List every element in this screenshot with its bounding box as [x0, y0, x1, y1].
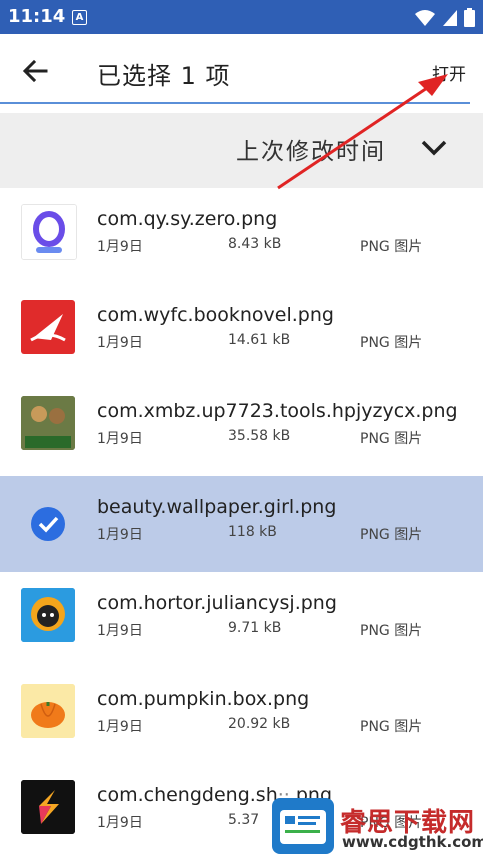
file-date: 1月9日: [97, 527, 143, 543]
file-date: 1月9日: [97, 815, 143, 831]
list-item-selected[interactable]: beauty.wallpaper.girl.png 1月9日 118 kB PN…: [0, 476, 483, 572]
open-button[interactable]: 打开: [432, 60, 466, 85]
file-type: PNG 图片: [360, 527, 423, 543]
file-size: 20.92 kB: [228, 716, 291, 732]
file-type: PNG 图片: [360, 335, 423, 351]
status-icons: [414, 8, 475, 27]
file-date: 1月9日: [97, 239, 143, 255]
file-date: 1月9日: [97, 719, 143, 735]
list-item[interactable]: com.xmbz.up7723.tools.hpjyzycx.png 1月9日 …: [0, 380, 483, 476]
file-date: 1月9日: [97, 431, 143, 447]
file-type: PNG 图片: [360, 623, 423, 639]
file-name: com.qy.sy.zero.png: [97, 208, 278, 230]
toolbar-divider: [0, 102, 470, 104]
list-item[interactable]: com.pumpkin.box.png 1月9日 20.92 kB PNG 图片: [0, 668, 483, 764]
game-query-app-icon: [21, 396, 75, 450]
file-size: 14.61 kB: [228, 332, 291, 348]
list-item[interactable]: com.hortor.juliancysj.png 1月9日 9.71 kB P…: [0, 572, 483, 668]
selection-title: 已选择 1 项: [97, 62, 231, 90]
file-name: com.wyfc.booknovel.png: [97, 304, 334, 326]
booknovel-app-icon: [21, 300, 75, 354]
file-date: 1月9日: [97, 335, 143, 351]
list-item[interactable]: com.wyfc.booknovel.png 1月9日 14.61 kB PNG…: [0, 284, 483, 380]
file-size: 9.71 kB: [228, 620, 282, 636]
chengdeng-app-icon: [21, 780, 75, 834]
notification-a-icon: A: [72, 10, 87, 25]
file-name: com.pumpkin.box.png: [97, 688, 310, 710]
battery-icon: [464, 8, 475, 27]
status-time: 11:14: [8, 6, 66, 27]
check-icon: [31, 507, 65, 541]
watermark-url: www.cdgthk.com: [342, 833, 483, 851]
file-type: PNG 图片: [360, 719, 423, 735]
file-name: com.hortor.juliancysj.png: [97, 592, 337, 614]
file-size: 5.37: [228, 812, 260, 828]
pumpkin-app-icon: [21, 684, 75, 738]
file-date: 1月9日: [97, 623, 143, 639]
status-bar: 11:14 A: [0, 0, 483, 34]
file-size: 8.43 kB: [228, 236, 282, 252]
list-item[interactable]: com.qy.sy.zero.png 1月9日 8.43 kB PNG 图片: [0, 188, 483, 284]
juliancysj-app-icon: [21, 588, 75, 642]
signal-icon: [443, 9, 457, 26]
file-type: PNG 图片: [360, 239, 423, 255]
sort-label[interactable]: 上次修改时间: [236, 132, 386, 166]
file-size: 35.58 kB: [228, 428, 291, 444]
file-type: PNG 图片: [360, 431, 423, 447]
file-name: beauty.wallpaper.girl.png: [97, 496, 337, 518]
back-arrow-icon[interactable]: [20, 56, 50, 86]
file-name: com.xmbz.up7723.tools.hpjyzycx.png: [97, 400, 458, 422]
wifi-icon: [415, 9, 435, 26]
chevron-down-icon[interactable]: [420, 135, 448, 159]
zero-app-icon: [21, 204, 77, 260]
action-toolbar: [0, 34, 483, 104]
file-size: 118 kB: [228, 524, 277, 540]
